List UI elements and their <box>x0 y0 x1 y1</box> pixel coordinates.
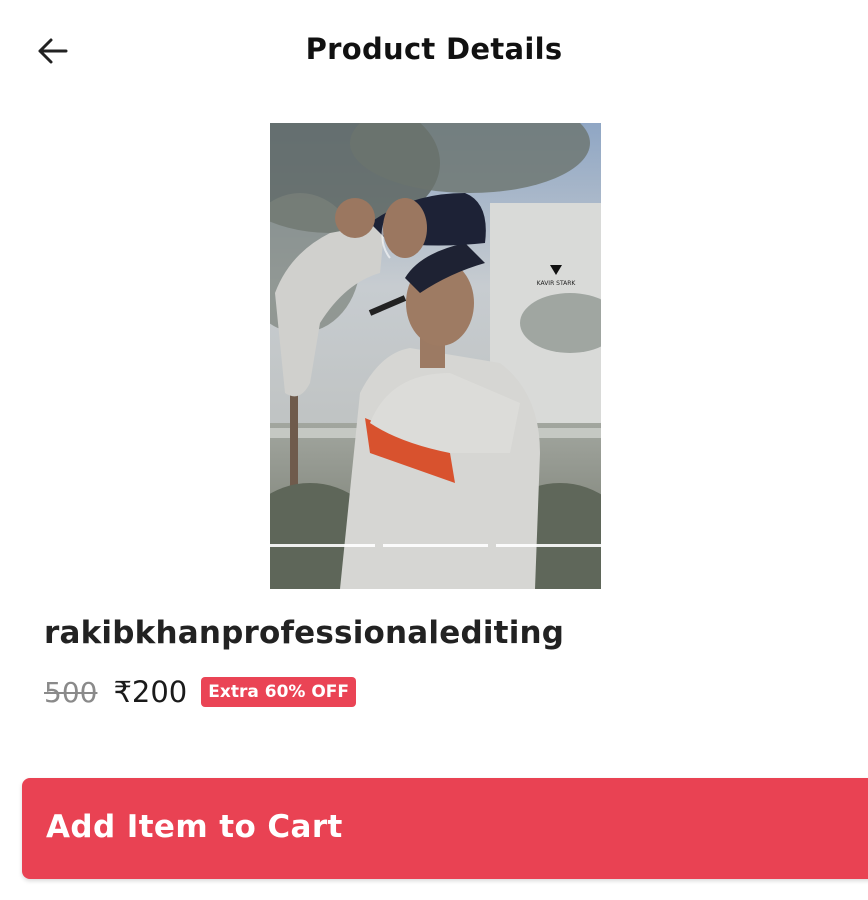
add-to-cart-button[interactable]: Add Item to Cart <box>22 778 868 879</box>
page-title: Product Details <box>305 32 563 66</box>
slide-indicator[interactable] <box>270 544 375 547</box>
slide-indicators <box>270 544 601 548</box>
app-header: Product Details <box>0 0 868 104</box>
slide-indicator[interactable] <box>383 544 488 547</box>
sale-price: ₹200 <box>113 675 188 709</box>
price-row: 500 ₹200 Extra 60% OFF <box>44 672 357 712</box>
original-price: 500 <box>44 675 98 709</box>
add-to-cart-label: Add Item to Cart <box>46 809 343 845</box>
product-image-carousel[interactable]: KAVIR STARK <box>270 123 601 589</box>
slide-indicator[interactable] <box>496 544 601 547</box>
watermark-text: KAVIR STARK <box>537 280 577 287</box>
product-photo: KAVIR STARK <box>270 123 601 589</box>
discount-badge: Extra 60% OFF <box>201 677 357 707</box>
product-name: rakibkhanprofessionalediting <box>44 615 565 651</box>
